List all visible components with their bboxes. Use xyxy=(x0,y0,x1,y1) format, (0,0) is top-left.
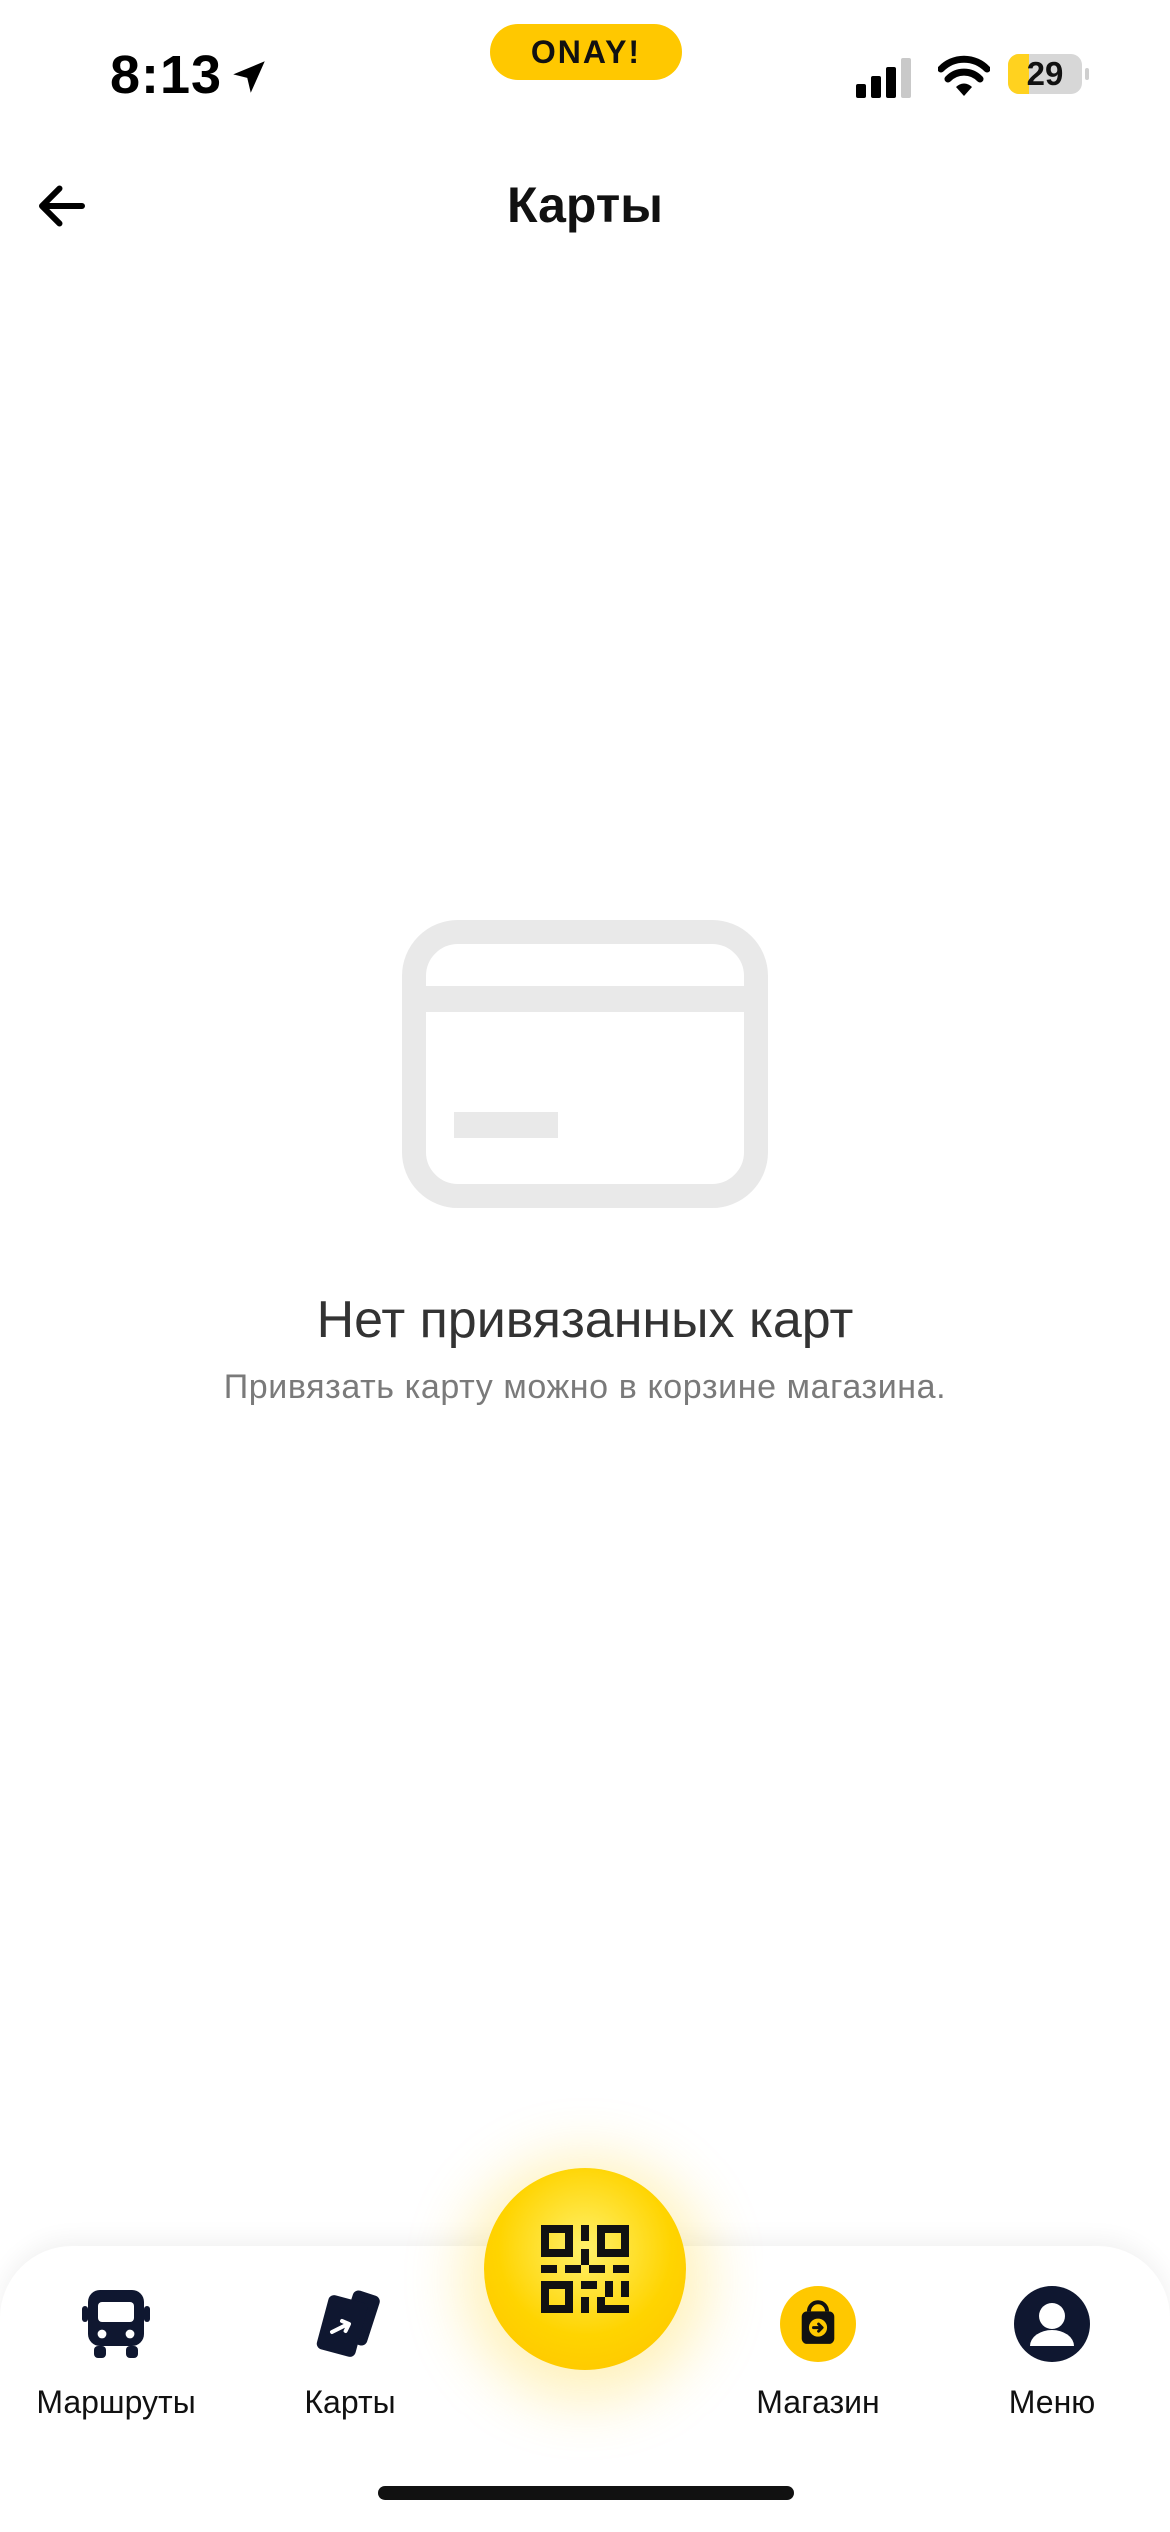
tab-label-shop: Магазин xyxy=(756,2384,880,2420)
cards-icon xyxy=(312,2286,388,2362)
user-profile-icon xyxy=(1014,2286,1090,2362)
empty-state-title: Нет привязанных карт xyxy=(316,1291,854,1349)
tab-label-cards: Карты xyxy=(304,2384,396,2420)
empty-state-subtitle: Привязать карту можно в корзине магазина… xyxy=(223,1368,947,1406)
shopping-bag-icon xyxy=(780,2286,856,2362)
tab-shop[interactable]: Магазин xyxy=(718,2276,918,2436)
tab-routes[interactable]: Маршруты xyxy=(16,2276,216,2436)
battery-body: 29 xyxy=(1008,54,1082,94)
brand-pill[interactable]: ONAY! xyxy=(490,24,682,80)
tab-menu[interactable]: Меню xyxy=(952,2276,1152,2436)
bus-icon xyxy=(78,2286,154,2362)
location-arrow-icon xyxy=(233,61,265,93)
qr-scan-button[interactable] xyxy=(484,2168,686,2370)
tab-label-routes: Маршруты xyxy=(36,2384,196,2420)
home-indicator xyxy=(378,2486,794,2500)
status-bar: 8:13 ONAY! 29 xyxy=(0,0,1170,150)
wifi-icon xyxy=(938,55,990,96)
battery-level-text: 29 xyxy=(1026,55,1064,92)
status-time: 8:13 xyxy=(110,45,223,105)
cellular-signal-icon xyxy=(856,58,911,98)
battery-cap xyxy=(1085,68,1089,80)
credit-card-icon xyxy=(402,920,768,1208)
tab-label-menu: Меню xyxy=(1008,2384,1096,2420)
tab-cards[interactable]: Карты xyxy=(250,2276,450,2436)
battery-indicator: 29 xyxy=(1008,52,1089,98)
page-title: Карты xyxy=(506,177,663,233)
cards-screen: 8:13 ONAY! 29 Карты Нет привязанных карт… xyxy=(0,0,1170,2532)
qr-code-icon xyxy=(541,2225,629,2313)
